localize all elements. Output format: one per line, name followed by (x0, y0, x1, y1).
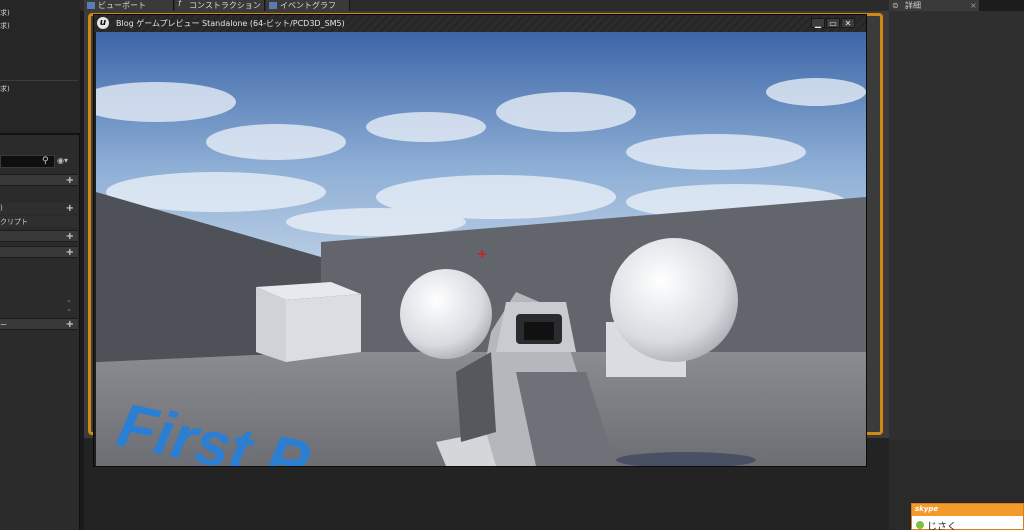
game-viewport[interactable]: First P (96, 32, 866, 466)
chevron-down-icon[interactable]: ⌄ (66, 296, 72, 304)
skype-header: skype (912, 504, 1023, 516)
tab-construction[interactable]: f コンストラクション (175, 0, 265, 11)
game-preview-window[interactable]: u Blog ゲームプレビュー Standalone (64-ビット/PCD3D… (93, 14, 867, 467)
screen: 求) 求) 求) ⚲ ◉▾ + ) + クリプト + + ⌄ ⌄ ー + ビューポー… (0, 0, 1024, 530)
search-icon[interactable]: ⚲ (42, 156, 49, 166)
window-title: Blog ゲームプレビュー Standalone (64-ビット/PCD3D_S… (116, 19, 345, 28)
tab-event-graph[interactable]: イベントグラフ (266, 0, 350, 11)
eye-icon[interactable]: ◉▾ (57, 156, 68, 165)
close-icon[interactable]: × (970, 0, 977, 11)
sphere (400, 269, 492, 359)
game-scene: First P (96, 32, 866, 466)
unreal-logo-icon: u (97, 17, 109, 29)
function-icon: f (178, 0, 182, 9)
viewport-icon (87, 2, 95, 9)
add-icon[interactable]: + (66, 203, 74, 214)
components-panel: 求) 求) 求) (0, 0, 80, 135)
chevron-down-icon[interactable]: ⌄ (66, 305, 72, 313)
skype-logo: skype (915, 505, 939, 513)
left-panel: 求) 求) 求) ⚲ ◉▾ + ) + クリプト + + ⌄ ⌄ ー + (0, 0, 80, 530)
list-item-script[interactable]: クリプト (0, 216, 78, 227)
section-header[interactable]: + (0, 174, 78, 186)
sphere (610, 238, 738, 362)
online-status-icon (916, 521, 924, 529)
skype-widget[interactable]: skype じさく (911, 503, 1024, 530)
contact-name[interactable]: じさく (927, 518, 957, 530)
maximize-button[interactable]: ▭ (826, 18, 840, 28)
add-icon[interactable]: + (66, 319, 74, 330)
divider (0, 80, 78, 81)
component-item[interactable]: 求) (0, 8, 10, 18)
close-button[interactable]: ✕ (841, 18, 855, 28)
section-header[interactable]: + (0, 230, 78, 242)
section-header[interactable]: + (0, 246, 78, 258)
tab-strip-empty (979, 0, 1024, 11)
add-icon[interactable]: + (66, 247, 74, 258)
tab-bar: ビューポート f コンストラクション イベントグラフ (80, 0, 890, 11)
minimize-button[interactable]: ▁ (811, 18, 825, 28)
graph-icon (269, 2, 277, 9)
add-icon[interactable]: + (66, 231, 74, 242)
component-item[interactable]: 求) (0, 84, 10, 94)
add-icon[interactable]: + (66, 175, 74, 186)
component-item[interactable]: 求) (0, 21, 10, 31)
list-item[interactable]: ) + (0, 203, 78, 214)
tab-viewport[interactable]: ビューポート (84, 0, 174, 11)
window-titlebar[interactable]: u Blog ゲームプレビュー Standalone (64-ビット/PCD3D… (94, 15, 866, 32)
tab-details[interactable]: 詳細 (889, 0, 979, 11)
details-icon: ⊜ (892, 1, 899, 10)
section-header[interactable]: ー + (0, 318, 78, 330)
